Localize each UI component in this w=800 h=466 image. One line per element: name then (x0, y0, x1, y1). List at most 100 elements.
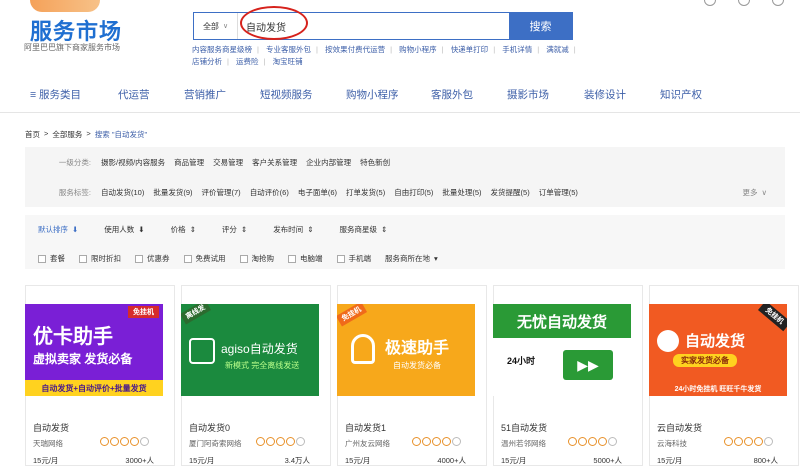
card-users: 5000+人 (593, 456, 622, 465)
filter-tag[interactable]: 批量处理(5) (442, 187, 481, 198)
star-icon (140, 437, 149, 446)
sort-label: 服务商星级 (339, 225, 377, 234)
search-scope-select[interactable]: 全部 ∨ (194, 13, 238, 39)
sort-star[interactable]: 服务商星级 ⇕ (339, 224, 387, 235)
control-icon[interactable] (704, 0, 716, 6)
checkbox[interactable] (79, 254, 87, 263)
product-banner[interactable]: 免挂机 优卡助手 虚拟卖家 发货必备 自动发货+自动评价+批量发货 (25, 304, 163, 396)
product-card[interactable]: 免挂机 优卡助手 虚拟卖家 发货必备 自动发货+自动评价+批量发货 自动发货 天… (25, 285, 175, 466)
filter-category[interactable]: 客户关系管理 (252, 157, 297, 168)
filter-tag[interactable]: 自由打印(5) (394, 187, 433, 198)
card-title[interactable]: 云自动发货 (657, 421, 702, 434)
check-mobile[interactable]: 手机端 (336, 253, 371, 264)
ribbon-badge: 免挂机 (337, 304, 368, 327)
check-pc[interactable]: 电脑端 (288, 253, 323, 264)
hot-link[interactable]: 购物小程序 (399, 45, 437, 54)
checkbox[interactable] (183, 254, 192, 263)
filter-category[interactable]: 商品管理 (174, 157, 204, 168)
ribbon-badge: 免挂机 (758, 304, 787, 332)
product-card[interactable]: 免挂机 自动发货 实家发货必备 24小时免挂机 旺旺千牛发货 云自动发货 云海科… (649, 285, 799, 466)
banner-footer: 24小时免挂机 旺旺千牛发货 (674, 386, 762, 393)
product-banner[interactable]: 离线发 agiso自动发货 新模式 完全离线发送 (181, 304, 319, 396)
star-icon (598, 437, 607, 446)
card-title[interactable]: 自动发货 (33, 421, 69, 434)
sort-users[interactable]: 使用人数 ⬇ (104, 224, 144, 235)
checkbox[interactable] (288, 254, 296, 263)
sort-toggle-icon: ⇕ (380, 225, 388, 234)
hot-link[interactable]: 运费险 (236, 57, 259, 66)
filter-tag[interactable]: 订单管理(5) (539, 187, 578, 198)
filter-category[interactable]: 企业内部管理 (306, 157, 351, 168)
check-discount[interactable]: 限时折扣 (79, 253, 121, 264)
nav-item[interactable]: 短视频服务 (260, 87, 313, 102)
search-button[interactable]: 搜索 (509, 13, 572, 39)
hot-link[interactable]: 满就减 (546, 45, 569, 54)
filter-category[interactable]: 交易管理 (213, 157, 243, 168)
card-users: 3.4万人 (284, 456, 310, 465)
check-trial[interactable]: 免费试用 (183, 253, 226, 264)
hot-link[interactable]: 专业客服外包 (266, 45, 311, 54)
nav-item[interactable]: 代运营 (118, 87, 150, 102)
nav-item[interactable]: 客服外包 (431, 87, 473, 102)
check-package[interactable]: 套餐 (38, 253, 65, 264)
location-select[interactable]: 服务商所在地 ▾ (385, 253, 438, 264)
product-card[interactable]: 离线发 agiso自动发货 新模式 完全离线发送 自动发货0 厦门阿奇索网络 1… (181, 285, 331, 466)
product-card[interactable]: 免挂机 极速助手 自动发货必备 自动发货1 广州友云网络 15元/月 4000+… (337, 285, 487, 466)
breadcrumb-all[interactable]: 全部服务 (52, 129, 82, 140)
star-icon (432, 437, 441, 446)
banner-subtitle: 新模式 完全离线发送 (225, 361, 300, 370)
checkbox[interactable] (239, 254, 248, 263)
hot-link[interactable]: 快递单打印 (451, 45, 489, 54)
hot-link[interactable]: 淘宝旺铺 (273, 57, 303, 66)
more-label: 更多 (742, 188, 758, 197)
sort-date[interactable]: 发布时间 ⇕ (273, 224, 313, 235)
control-icon[interactable] (772, 0, 784, 6)
check-flash[interactable]: 淘抢购 (239, 253, 274, 264)
filter-tag[interactable]: 评价管理(7) (202, 187, 241, 198)
hot-link[interactable]: 按效果付费代运营 (325, 45, 385, 54)
filter-tag[interactable]: 自动发货(10) (101, 187, 144, 198)
sort-rating[interactable]: 评分 ⇕ (222, 224, 247, 235)
card-title[interactable]: 自动发货0 (189, 421, 230, 434)
nav-item[interactable]: 装修设计 (584, 87, 626, 102)
nav-item-categories[interactable]: ≡ 服务类目 (30, 87, 81, 102)
check-label: 优惠券 (147, 254, 170, 263)
nav-item[interactable]: 营销推广 (184, 87, 226, 102)
star-icon (452, 437, 461, 446)
more-button[interactable]: 更多 ∨ (743, 187, 768, 198)
check-coupon[interactable]: 优惠券 (135, 253, 170, 264)
checkbox[interactable] (38, 254, 46, 263)
nav-item[interactable]: 知识产权 (660, 87, 702, 102)
card-users: 3000+人 (125, 456, 154, 465)
hot-link[interactable]: 手机详情 (502, 45, 532, 54)
product-banner[interactable]: 免挂机 自动发货 实家发货必备 24小时免挂机 旺旺千牛发货 (649, 304, 787, 396)
hot-link[interactable]: 内容服务商星级榜 (192, 45, 252, 54)
star-icon (286, 437, 295, 446)
sort-price[interactable]: 价格 ⇕ (171, 224, 196, 235)
nav-item[interactable]: 购物小程序 (346, 87, 399, 102)
filter-category[interactable]: 摄影/视频/内容服务 (101, 157, 165, 168)
card-title[interactable]: 51自动发货 (501, 421, 547, 434)
hot-link[interactable]: 店铺分析 (192, 57, 222, 66)
product-card[interactable]: 无忧自动发货 24小时 ▶▶ 51自动发货 温州若邻网络 15元/月 5000+… (493, 285, 643, 466)
nav-item[interactable]: 摄影市场 (507, 87, 549, 102)
checkbox[interactable] (336, 254, 345, 263)
filter-tag[interactable]: 发货提醒(5) (491, 187, 530, 198)
filter-tag[interactable]: 打单发货(5) (346, 187, 385, 198)
checkbox[interactable] (135, 254, 143, 263)
control-icon[interactable] (738, 0, 750, 6)
card-title[interactable]: 自动发货1 (345, 421, 386, 434)
filter-tag[interactable]: 电子面单(6) (298, 187, 337, 198)
sort-bar: 默认排序 ⬇ 使用人数 ⬇ 价格 ⇕ 评分 ⇕ 发布时间 ⇕ 服务商星级 ⇕ 套餐 限时折扣… (25, 215, 785, 269)
sort-default[interactable]: 默认排序 ⬇ (38, 224, 78, 235)
filter-tag[interactable]: 批量发货(9) (153, 187, 192, 198)
filter-category[interactable]: 特色新创 (360, 157, 390, 168)
filter-tag[interactable]: 自动评价(6) (250, 187, 289, 198)
product-banner[interactable]: 免挂机 极速助手 自动发货必备 (337, 304, 475, 396)
chevron-down-icon: ∨ (222, 23, 229, 30)
star-icon (764, 437, 773, 446)
product-banner[interactable]: 无忧自动发货 24小时 ▶▶ (493, 304, 631, 396)
banner-title: agiso自动发货 (221, 342, 298, 356)
breadcrumb-home[interactable]: 首页 (25, 129, 40, 140)
logo-subtitle: 阿里巴巴旗下商家服务市场 (24, 43, 120, 52)
